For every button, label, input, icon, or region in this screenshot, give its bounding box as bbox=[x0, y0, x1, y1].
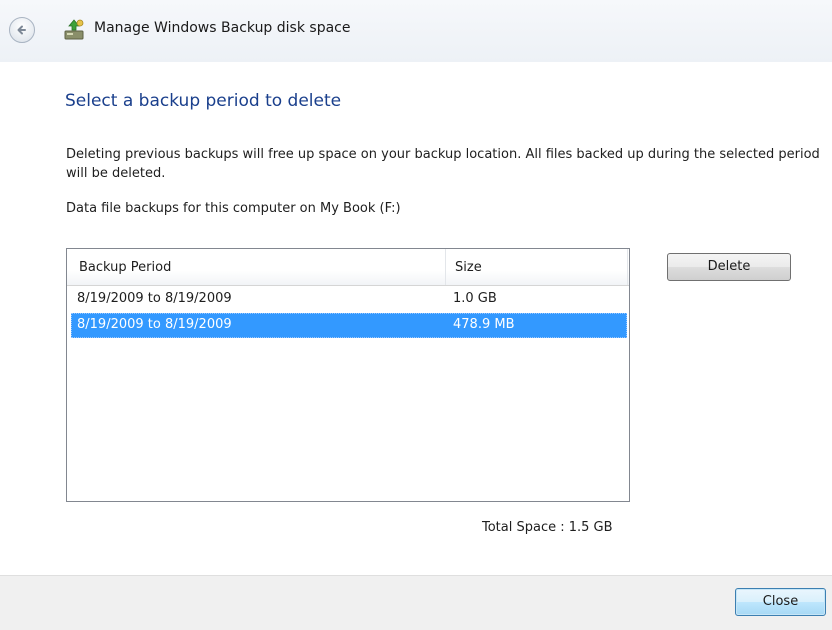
backup-period-cell: 8/19/2009 to 8/19/2009 bbox=[77, 291, 232, 306]
list-row-selected[interactable]: 8/19/2009 to 8/19/2009 478.9 MB bbox=[71, 313, 627, 338]
window-title: Manage Windows Backup disk space bbox=[94, 20, 351, 36]
delete-button[interactable]: Delete bbox=[667, 253, 791, 281]
close-button[interactable]: Close bbox=[735, 588, 826, 616]
column-header-backup-period[interactable]: Backup Period bbox=[79, 260, 171, 275]
column-separator[interactable] bbox=[445, 249, 446, 285]
windows-backup-icon bbox=[64, 19, 84, 40]
column-header-size[interactable]: Size bbox=[455, 260, 482, 275]
list-header: Backup Period Size bbox=[67, 249, 629, 286]
column-separator[interactable] bbox=[627, 249, 628, 285]
title-bar: Manage Windows Backup disk space bbox=[0, 0, 832, 62]
back-button[interactable] bbox=[9, 17, 35, 43]
size-cell: 478.9 MB bbox=[453, 317, 515, 332]
backup-location-label: Data file backups for this computer on M… bbox=[66, 201, 401, 216]
footer-bar: Close bbox=[0, 575, 832, 630]
backup-period-list[interactable]: Backup Period Size 8/19/2009 to 8/19/200… bbox=[66, 248, 630, 502]
total-space-label: Total Space : 1.5 GB bbox=[482, 520, 613, 535]
backup-period-cell: 8/19/2009 to 8/19/2009 bbox=[77, 317, 232, 332]
size-cell: 1.0 GB bbox=[453, 291, 497, 306]
back-arrow-icon bbox=[17, 25, 26, 35]
list-row[interactable]: 8/19/2009 to 8/19/2009 1.0 GB bbox=[71, 287, 627, 312]
page-heading: Select a backup period to delete bbox=[65, 91, 342, 111]
page-description: Deleting previous backups will free up s… bbox=[66, 147, 820, 181]
